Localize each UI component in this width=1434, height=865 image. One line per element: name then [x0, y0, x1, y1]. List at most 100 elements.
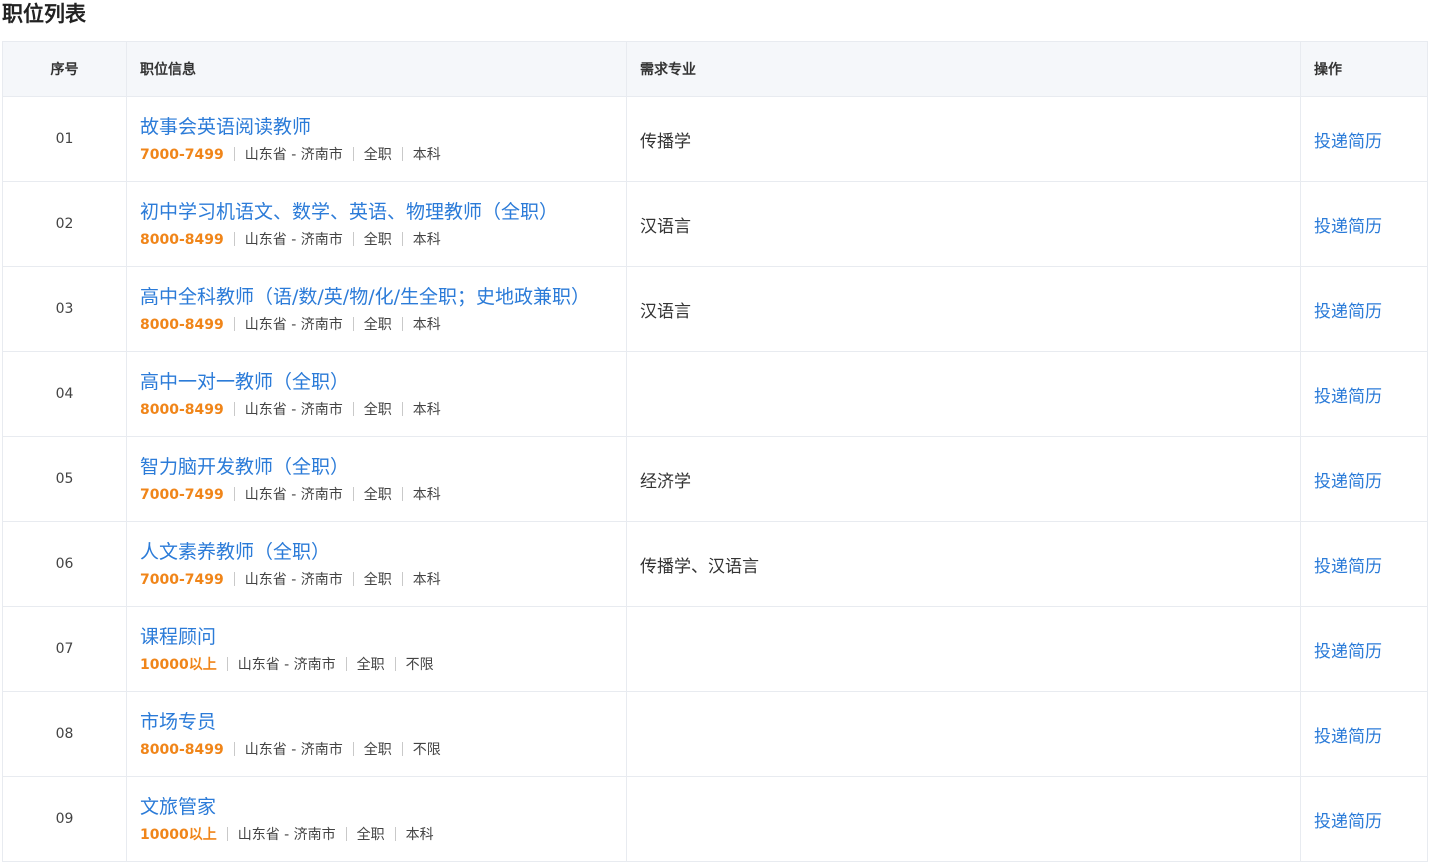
apply-resume-link[interactable]: 投递简历 — [1314, 302, 1382, 322]
job-meta: 7000-7499 山东省 - 济南市 全职 本科 — [140, 146, 626, 164]
job-info-cell: 故事会英语阅读教师 7000-7499 山东省 - 济南市 全职 本科 — [126, 96, 627, 182]
job-education: 本科 — [412, 147, 441, 163]
job-title-link[interactable]: 初中学习机语文、数学、英语、物理教师（全职） — [140, 199, 558, 225]
job-info-cell: 课程顾问 10000以上 山东省 - 济南市 全职 不限 — [126, 606, 627, 692]
apply-resume-link[interactable]: 投递简历 — [1314, 132, 1382, 152]
action-cell: 投递简历 — [1300, 266, 1428, 352]
job-type: 全职 — [363, 742, 392, 758]
apply-resume-link[interactable]: 投递简历 — [1314, 727, 1382, 747]
job-title-link[interactable]: 文旅管家 — [140, 794, 216, 820]
meta-divider — [352, 402, 354, 416]
job-major: 汉语言 — [626, 181, 1301, 267]
job-salary: 7000-7499 — [140, 487, 224, 503]
row-index: 01 — [2, 96, 127, 182]
action-cell: 投递简历 — [1300, 776, 1428, 862]
job-location: 山东省 - 济南市 — [237, 657, 336, 673]
meta-divider — [226, 657, 228, 671]
meta-divider — [345, 657, 347, 671]
apply-resume-link[interactable]: 投递简历 — [1314, 642, 1382, 662]
job-meta: 10000以上 山东省 - 济南市 全职 本科 — [140, 826, 626, 844]
job-meta: 8000-8499 山东省 - 济南市 全职 本科 — [140, 401, 626, 419]
job-meta: 8000-8499 山东省 - 济南市 全职 本科 — [140, 231, 626, 249]
job-salary: 10000以上 — [140, 827, 217, 843]
meta-divider — [352, 317, 354, 331]
job-title-link[interactable]: 智力脑开发教师（全职） — [140, 454, 349, 480]
apply-resume-link[interactable]: 投递简历 — [1314, 387, 1382, 407]
job-info-cell: 文旅管家 10000以上 山东省 - 济南市 全职 本科 — [126, 776, 627, 862]
row-index: 02 — [2, 181, 127, 267]
meta-divider — [352, 487, 354, 501]
meta-divider — [233, 742, 235, 756]
meta-divider — [233, 572, 235, 586]
meta-divider — [401, 232, 403, 246]
meta-divider — [233, 147, 235, 161]
row-index: 07 — [2, 606, 127, 692]
header-major: 需求专业 — [626, 41, 1301, 97]
apply-resume-link[interactable]: 投递简历 — [1314, 217, 1382, 237]
job-major — [626, 351, 1301, 437]
job-type: 全职 — [363, 402, 392, 418]
table-row: 05 智力脑开发教师（全职） 7000-7499 山东省 - 济南市 全职 本科 经济… — [2, 436, 1428, 522]
job-meta: 10000以上 山东省 - 济南市 全职 不限 — [140, 656, 626, 674]
action-cell: 投递简历 — [1300, 521, 1428, 607]
job-location: 山东省 - 济南市 — [244, 742, 343, 758]
meta-divider — [401, 742, 403, 756]
meta-divider — [233, 402, 235, 416]
meta-divider — [233, 317, 235, 331]
job-major — [626, 606, 1301, 692]
action-cell: 投递简历 — [1300, 96, 1428, 182]
job-title-link[interactable]: 高中一对一教师（全职） — [140, 369, 349, 395]
header-job-info: 职位信息 — [126, 41, 627, 97]
meta-divider — [352, 742, 354, 756]
apply-resume-link[interactable]: 投递简历 — [1314, 557, 1382, 577]
job-type: 全职 — [363, 572, 392, 588]
row-index: 09 — [2, 776, 127, 862]
apply-resume-link[interactable]: 投递简历 — [1314, 472, 1382, 492]
job-location: 山东省 - 济南市 — [237, 827, 336, 843]
job-type: 全职 — [363, 487, 392, 503]
job-title-link[interactable]: 高中全科教师（语/数/英/物/化/生全职；史地政兼职） — [140, 284, 590, 310]
job-salary: 7000-7499 — [140, 147, 224, 163]
job-education: 本科 — [412, 317, 441, 333]
table-row: 04 高中一对一教师（全职） 8000-8499 山东省 - 济南市 全职 本科 投递… — [2, 351, 1428, 437]
action-cell: 投递简历 — [1300, 606, 1428, 692]
table-row: 09 文旅管家 10000以上 山东省 - 济南市 全职 本科 投递简历 — [2, 776, 1428, 862]
meta-divider — [394, 657, 396, 671]
meta-divider — [401, 572, 403, 586]
job-title-link[interactable]: 人文素养教师（全职） — [140, 539, 330, 565]
table-header-row: 序号 职位信息 需求专业 操作 — [2, 41, 1428, 97]
job-title-link[interactable]: 故事会英语阅读教师 — [140, 114, 311, 140]
row-index: 08 — [2, 691, 127, 777]
job-location: 山东省 - 济南市 — [244, 317, 343, 333]
job-major — [626, 776, 1301, 862]
job-salary: 8000-8499 — [140, 742, 224, 758]
job-info-cell: 高中一对一教师（全职） 8000-8499 山东省 - 济南市 全职 本科 — [126, 351, 627, 437]
meta-divider — [226, 827, 228, 841]
action-cell: 投递简历 — [1300, 181, 1428, 267]
job-info-cell: 高中全科教师（语/数/英/物/化/生全职；史地政兼职） 8000-8499 山东省… — [126, 266, 627, 352]
job-salary: 8000-8499 — [140, 232, 224, 248]
table-row: 01 故事会英语阅读教师 7000-7499 山东省 - 济南市 全职 本科 传播学 … — [2, 96, 1428, 182]
job-title-link[interactable]: 市场专员 — [140, 709, 216, 735]
action-cell: 投递简历 — [1300, 691, 1428, 777]
job-type: 全职 — [356, 827, 385, 843]
page-title: 职位列表 — [2, 2, 86, 26]
job-major — [626, 691, 1301, 777]
job-title-link[interactable]: 课程顾问 — [140, 624, 216, 650]
meta-divider — [352, 572, 354, 586]
row-index: 06 — [2, 521, 127, 607]
job-education: 本科 — [412, 402, 441, 418]
job-education: 不限 — [412, 742, 441, 758]
table-row: 06 人文素养教师（全职） 7000-7499 山东省 - 济南市 全职 本科 传播学… — [2, 521, 1428, 607]
row-index: 05 — [2, 436, 127, 522]
job-type: 全职 — [363, 147, 392, 163]
meta-divider — [394, 827, 396, 841]
job-type: 全职 — [363, 232, 392, 248]
apply-resume-link[interactable]: 投递简历 — [1314, 812, 1382, 832]
job-major: 传播学、汉语言 — [626, 521, 1301, 607]
table-header: 序号 职位信息 需求专业 操作 — [2, 41, 1428, 97]
table-row: 03 高中全科教师（语/数/英/物/化/生全职；史地政兼职） 8000-8499… — [2, 266, 1428, 352]
meta-divider — [401, 317, 403, 331]
job-major: 经济学 — [626, 436, 1301, 522]
job-info-cell: 智力脑开发教师（全职） 7000-7499 山东省 - 济南市 全职 本科 — [126, 436, 627, 522]
